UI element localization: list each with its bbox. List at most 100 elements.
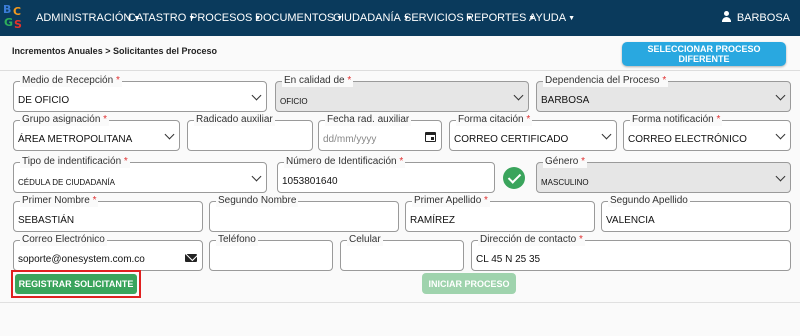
- medio-recepcion-select[interactable]: Medio de Recepción * DE OFICIO: [13, 75, 267, 112]
- field-value: CORREO CERTIFICADO: [454, 134, 569, 145]
- label-text: Medio de Recepción: [22, 75, 114, 86]
- required-mark: *: [123, 156, 128, 167]
- required-mark: *: [103, 114, 108, 125]
- forma-notificacion-select[interactable]: Forma notificación * CORREO ELECTRÓNICO: [623, 114, 791, 151]
- field-label: Medio de Recepción *: [20, 75, 122, 87]
- logo-letter-g: G: [4, 16, 14, 29]
- chevron-down-icon: [601, 129, 612, 140]
- label-text: Género: [545, 156, 579, 167]
- chevron-down-icon: [775, 90, 786, 101]
- logo-letter-s: S: [14, 18, 22, 31]
- field-value: CL 45 N 25 35: [476, 254, 541, 265]
- breadcrumb: Incrementos Anuales > Solicitantes del P…: [12, 46, 217, 56]
- label-text: Grupo asignación: [22, 114, 101, 125]
- nav-label: REPORTES: [466, 12, 527, 24]
- field-value: SEBASTIÁN: [18, 215, 75, 226]
- field-label: Primer Nombre *: [20, 195, 99, 207]
- segundo-nombre-input[interactable]: Segundo Nombre: [209, 195, 399, 232]
- nav-ayuda[interactable]: AYUDA ▼: [529, 12, 575, 25]
- telefono-input[interactable]: Teléfono: [209, 234, 333, 271]
- nav-servicios[interactable]: SERVICIOS ▼: [404, 12, 473, 25]
- radicado-auxiliar-input[interactable]: Radicado auxiliar: [187, 114, 313, 151]
- field-value: ÁREA METROPOLITANA: [18, 134, 133, 145]
- celular-input[interactable]: Celular: [340, 234, 464, 271]
- top-navbar: B C G S ADMINISTRACIÓN ▼ CATASTRO ▼ PROCES…: [0, 0, 800, 36]
- logo-letter-c: C: [13, 5, 22, 18]
- required-mark: *: [399, 156, 404, 167]
- field-label: Forma notificación *: [630, 114, 723, 126]
- chevron-down-icon: [251, 171, 262, 182]
- en-calidad-de-select[interactable]: En calidad de * OFICIO: [275, 75, 529, 112]
- nav-label: PROCESOS: [190, 12, 253, 24]
- app-logo[interactable]: B C G S: [3, 4, 25, 32]
- logo-letter-b: B: [3, 3, 12, 16]
- field-label: En calidad de *: [282, 75, 354, 87]
- field-label: Segundo Apellido: [608, 195, 690, 207]
- field-value: VALENCIA: [606, 215, 655, 226]
- label-text: Número de Identificación: [286, 156, 397, 167]
- nav-label: SERVICIOS: [404, 12, 464, 24]
- field-value: BARBOSA: [541, 95, 590, 106]
- chevron-down-icon: [775, 129, 786, 140]
- nav-label: CIUDADANÍA: [333, 12, 401, 24]
- user-name: BARBOSA: [736, 12, 790, 24]
- field-label: Forma citación *: [456, 114, 533, 126]
- required-mark: *: [662, 75, 667, 86]
- required-mark: *: [115, 75, 120, 86]
- segundo-apellido-input[interactable]: Segundo Apellido VALENCIA: [601, 195, 791, 232]
- chevron-down-icon: [164, 129, 175, 140]
- registrar-solicitante-button[interactable]: REGISTRAR SOLICITANTE: [15, 274, 137, 294]
- genero-select[interactable]: Género * MASCULINO: [536, 156, 791, 193]
- chevron-down-icon: [513, 90, 524, 101]
- correo-electronico-input[interactable]: Correo Electrónico soporte@onesystem.com…: [13, 234, 203, 271]
- calendar-icon[interactable]: [425, 132, 436, 142]
- label-text: Forma notificación: [632, 114, 714, 125]
- grupo-asignacion-select[interactable]: Grupo asignación * ÁREA METROPOLITANA: [13, 114, 180, 151]
- required-mark: *: [92, 195, 97, 206]
- required-mark: *: [526, 114, 531, 125]
- field-value: 1053801640: [282, 176, 338, 187]
- chevron-down-icon: [775, 171, 786, 182]
- nav-administracion[interactable]: ADMINISTRACIÓN ▼: [36, 12, 140, 25]
- label-text: Primer Apellido: [414, 195, 482, 206]
- forma-citacion-select[interactable]: Forma citación * CORREO CERTIFICADO: [449, 114, 617, 151]
- nav-label: DOCUMENTOS: [255, 12, 335, 24]
- label-text: Dependencia del Proceso: [545, 75, 660, 86]
- iniciar-proceso-button[interactable]: INICIAR PROCESO: [422, 273, 516, 294]
- field-value: RAMÍREZ: [410, 215, 455, 226]
- field-value: CORREO ELECTRÓNICO: [628, 134, 747, 145]
- field-label: Número de Identificación *: [284, 156, 406, 168]
- direccion-contacto-input[interactable]: Dirección de contacto * CL 45 N 25 35: [471, 234, 791, 271]
- field-value: OFICIO: [280, 97, 308, 106]
- nav-documentos[interactable]: DOCUMENTOS ▼: [255, 12, 343, 25]
- field-value: soporte@onesystem.com.co: [18, 254, 145, 265]
- label-text: Forma citación: [458, 114, 524, 125]
- nav-ciudadania[interactable]: CIUDADANÍA ▼: [333, 12, 410, 25]
- nav-reportes[interactable]: REPORTES ▼: [466, 12, 535, 25]
- field-label: Grupo asignación *: [20, 114, 110, 126]
- tipo-identificacion-select[interactable]: Tipo de indentificación * CÉDULA DE CIUD…: [13, 156, 267, 193]
- primer-apellido-input[interactable]: Primer Apellido * RAMÍREZ: [405, 195, 595, 232]
- dependencia-select[interactable]: Dependencia del Proceso * BARBOSA: [536, 75, 791, 112]
- nav-catastro[interactable]: CATASTRO ▼: [128, 12, 195, 25]
- field-value: MASCULINO: [541, 178, 589, 187]
- field-label: Correo Electrónico: [20, 234, 107, 246]
- select-different-process-button[interactable]: SELECCIONAR PROCESO DIFERENTE: [622, 42, 786, 66]
- field-placeholder: dd/mm/yyyy: [323, 134, 377, 145]
- numero-identificacion-input[interactable]: Número de Identificación * 1053801640: [277, 156, 495, 193]
- nav-label: AYUDA: [529, 12, 567, 24]
- field-label: Dirección de contacto *: [478, 234, 585, 246]
- field-label: Teléfono: [216, 234, 258, 246]
- primer-nombre-input[interactable]: Primer Nombre * SEBASTIÁN: [13, 195, 203, 232]
- fecha-rad-auxiliar-input[interactable]: Fecha rad. auxiliar dd/mm/yyyy: [318, 114, 442, 151]
- nav-label: CATASTRO: [128, 12, 187, 24]
- required-mark: *: [581, 156, 586, 167]
- nav-procesos[interactable]: PROCESOS ▼: [190, 12, 261, 25]
- field-label: Tipo de indentificación *: [20, 156, 130, 168]
- field-value: CÉDULA DE CIUDADANÍA: [18, 178, 115, 187]
- user-menu[interactable]: BARBOSA: [721, 11, 790, 24]
- caret-down-icon: ▼: [568, 15, 576, 22]
- chevron-down-icon: [251, 90, 262, 101]
- field-value: DE OFICIO: [18, 95, 70, 106]
- field-label: Género *: [543, 156, 588, 168]
